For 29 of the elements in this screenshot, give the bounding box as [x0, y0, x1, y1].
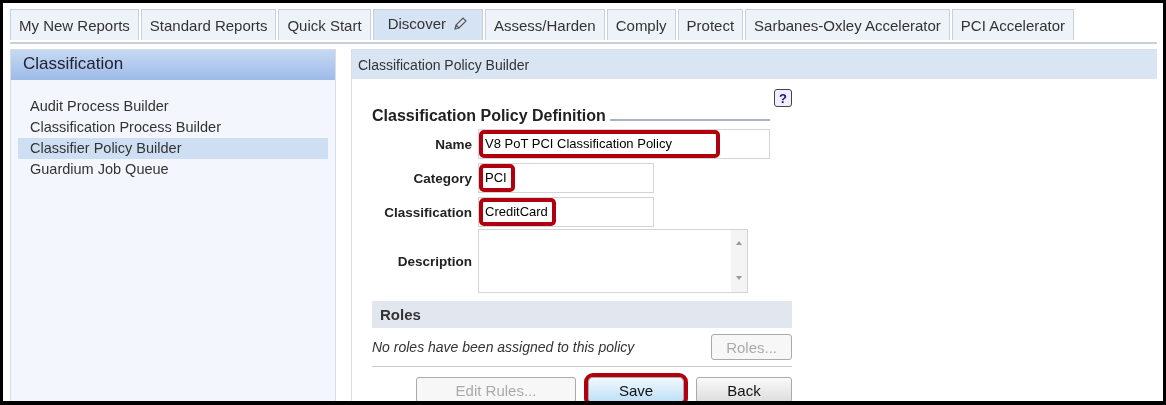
tab[interactable]: Protect: [677, 9, 744, 40]
field-label: Category: [412, 170, 472, 186]
field-label: Classification: [383, 204, 472, 220]
sidebar-item[interactable]: Guardium Job Queue: [18, 159, 328, 180]
sidebar-item[interactable]: Classifier Policy Builder: [18, 138, 328, 159]
input-field[interactable]: V8 PoT PCI Classification Policy: [478, 129, 770, 159]
sidebar-title: Classification: [11, 50, 335, 80]
roles-message: No roles have been assigned to this policy: [372, 339, 635, 355]
action-button[interactable]: Back: [696, 377, 792, 401]
description-field[interactable]: [478, 229, 748, 293]
sidebar-item[interactable]: Audit Process Builder: [18, 96, 328, 117]
tab[interactable]: Standard Reports: [140, 9, 277, 40]
tab[interactable]: Quick Start: [278, 9, 371, 40]
tab[interactable]: Sarbanes-Oxley Accelerator: [745, 9, 950, 40]
tab[interactable]: Assess/Harden: [485, 9, 605, 40]
section-title: Classification Policy Definition: [372, 107, 606, 125]
scrollbar-drawing: [731, 230, 747, 292]
field-label: Description: [396, 253, 472, 269]
sidebar-item[interactable]: Classification Process Builder: [18, 117, 328, 138]
input-field[interactable]: CreditCard: [478, 197, 654, 227]
tab[interactable]: Discover: [372, 9, 483, 40]
tab[interactable]: Comply: [606, 9, 676, 40]
help-button[interactable]: ?: [774, 89, 792, 107]
roles-header: Roles: [372, 301, 792, 328]
panel-title: Classification Policy Builder: [352, 50, 1157, 79]
field-label: Name: [434, 136, 472, 152]
tab[interactable]: PCI Accelerator: [951, 9, 1075, 40]
input-field[interactable]: PCI: [478, 163, 654, 193]
tab[interactable]: My New Reports: [10, 9, 139, 40]
